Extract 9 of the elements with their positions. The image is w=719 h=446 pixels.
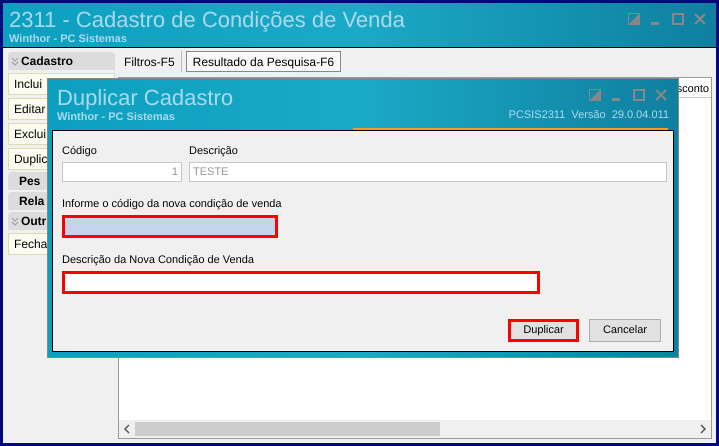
window-title: 2311 - Cadastro de Condições de Venda [9,7,405,33]
field-label: Código [62,144,98,159]
field-label: Descrição [189,144,239,159]
window-subtitle: Winthor - PC Sistemas [9,33,128,45]
version-label: PCSIS2311 Versão 29.0.04.011 [508,108,669,123]
field-label: Descrição da Nova Condição de Venda [62,253,256,268]
dialog-title: Duplicar Cadastro [57,85,234,111]
field-label: Informe o código da nova condição de venda [62,197,283,212]
dialog-subtitle: Winthor - PC Sistemas [57,111,176,123]
